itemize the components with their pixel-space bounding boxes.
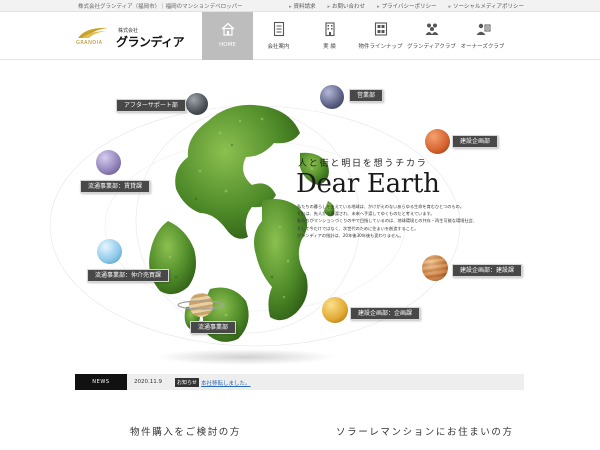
- nav-company-label: 会社案内: [267, 44, 290, 50]
- news-bar: NEWS 2020.11.9 お知らせ 本社移転しました。: [75, 374, 524, 390]
- owners-icon: [476, 23, 490, 35]
- nav-grandia-club[interactable]: グランディアクラブ: [406, 12, 457, 60]
- nav-grandia-club-label: グランディアクラブ: [407, 44, 456, 50]
- nav-owners-club-label: オーナーズクラブ: [460, 44, 505, 50]
- corporate-tagline: 株式会社グランディア（福岡市）｜福岡のマンションデベロッパー: [78, 4, 243, 10]
- planet-construction-planning-icon: [425, 129, 450, 154]
- document-icon: [273, 21, 284, 37]
- dept-after-support-tag[interactable]: アフターサポート部: [116, 99, 186, 112]
- catch-copy: 人と街と明日を想うチカラ: [298, 159, 428, 169]
- nav-owners-club[interactable]: オーナーズクラブ: [457, 12, 508, 60]
- dept-rental-tag[interactable]: 流通事業部：賃貸課: [80, 180, 151, 193]
- planet-planning-icon: [322, 297, 348, 323]
- nav-home[interactable]: HOME: [202, 12, 253, 60]
- planet-distribution-ring-icon: [177, 300, 225, 310]
- link-request-materials[interactable]: 資料請求: [289, 2, 316, 10]
- property-list-icon: [374, 22, 387, 36]
- people-icon: [425, 23, 438, 35]
- planet-brokerage-icon: [97, 239, 122, 264]
- building-icon: [324, 22, 335, 37]
- nav-home-label: HOME: [219, 42, 236, 48]
- planet-construction-icon: [422, 255, 448, 281]
- hero-body-line: そして今だけではなく、次世代のために住まいを創造すること。: [297, 225, 419, 231]
- planet-rental-icon: [96, 150, 121, 175]
- main-nav: HOME 会社案内 実 績 物件ラインナップ グランディアクラブ オーナーズクラ…: [202, 12, 508, 60]
- hero-body-line: それは、先人から手渡され、未来へ手渡してゆくものだと考えています。: [297, 211, 435, 217]
- link-privacy-policy[interactable]: プライバシーポリシー: [377, 2, 437, 10]
- grandia-logo-mark-icon: [78, 27, 108, 38]
- logo-name-en: GRANDIA: [76, 40, 103, 46]
- dept-construction-tag[interactable]: 建設企画部：建設課: [452, 264, 523, 277]
- news-label: NEWS: [75, 374, 127, 390]
- hero-headline: Dear Earth: [296, 169, 440, 199]
- hero-body-text: 私たちの暮らしを支えている地球は、かけがえのないあらゆる生命を育むひとつのもの。…: [297, 203, 527, 239]
- utility-links: 資料請求 お問い合わせ プライバシーポリシー ソーシャルメディアポリシー: [289, 2, 525, 10]
- news-category-badge: お知らせ: [175, 378, 199, 387]
- dept-sales-tag[interactable]: 営業部: [349, 89, 384, 102]
- dept-brokerage-tag[interactable]: 流通事業部：仲介売買課: [87, 269, 170, 282]
- hero-body-line: 私たちの暮らしを支えている地球は、かけがえのないあらゆる生命を育むひとつのもの。: [297, 204, 465, 209]
- dept-planning-tag[interactable]: 建設企画部：企画課: [350, 307, 421, 320]
- nav-results-label: 実 績: [323, 44, 336, 50]
- news-date: 2020.11.9: [134, 379, 162, 385]
- heading-solare-residents[interactable]: ソラーレマンションにお住まいの方: [336, 424, 514, 438]
- site-header: GRANDIA 株式会社 グランディア HOME 会社案内 実 績 物件ラインナ…: [0, 12, 600, 60]
- home-icon: [221, 22, 234, 36]
- nav-property-lineup-label: 物件ラインナップ: [358, 44, 403, 50]
- planet-after-support-icon: [186, 93, 208, 115]
- link-contact[interactable]: お問い合わせ: [328, 2, 365, 10]
- hero-body-line: 私たちがマンションづくりの中で目指しているのは、地球環境との共存・再生可能な環境…: [297, 218, 477, 224]
- hero-section: アフターサポート部 営業部 建設企画部 流通事業部：賃貸課 流通事業部：仲介売買…: [0, 61, 600, 371]
- logo-name-ja: グランディア: [116, 35, 185, 49]
- hero-body-line: グランディアの指針は、20年後30年後も変わりません。: [297, 232, 404, 238]
- dept-construction-planning-tag[interactable]: 建設企画部: [452, 135, 499, 148]
- utility-bar: 株式会社グランディア（福岡市）｜福岡のマンションデベロッパー 資料請求 お問い合…: [0, 0, 600, 12]
- nav-results[interactable]: 実 績: [304, 12, 355, 60]
- logo[interactable]: GRANDIA 株式会社 グランディア: [76, 26, 196, 49]
- nav-company[interactable]: 会社案内: [253, 12, 304, 60]
- dept-distribution-tag[interactable]: 流通事業部: [190, 321, 237, 334]
- link-social-media-policy[interactable]: ソーシャルメディアポリシー: [448, 2, 524, 10]
- nav-property-lineup[interactable]: 物件ラインナップ: [355, 12, 406, 60]
- planet-sales-icon: [320, 85, 344, 109]
- heading-considering-purchase[interactable]: 物件購入をご検討の方: [130, 424, 241, 438]
- news-title-link[interactable]: 本社移転しました。: [201, 379, 251, 387]
